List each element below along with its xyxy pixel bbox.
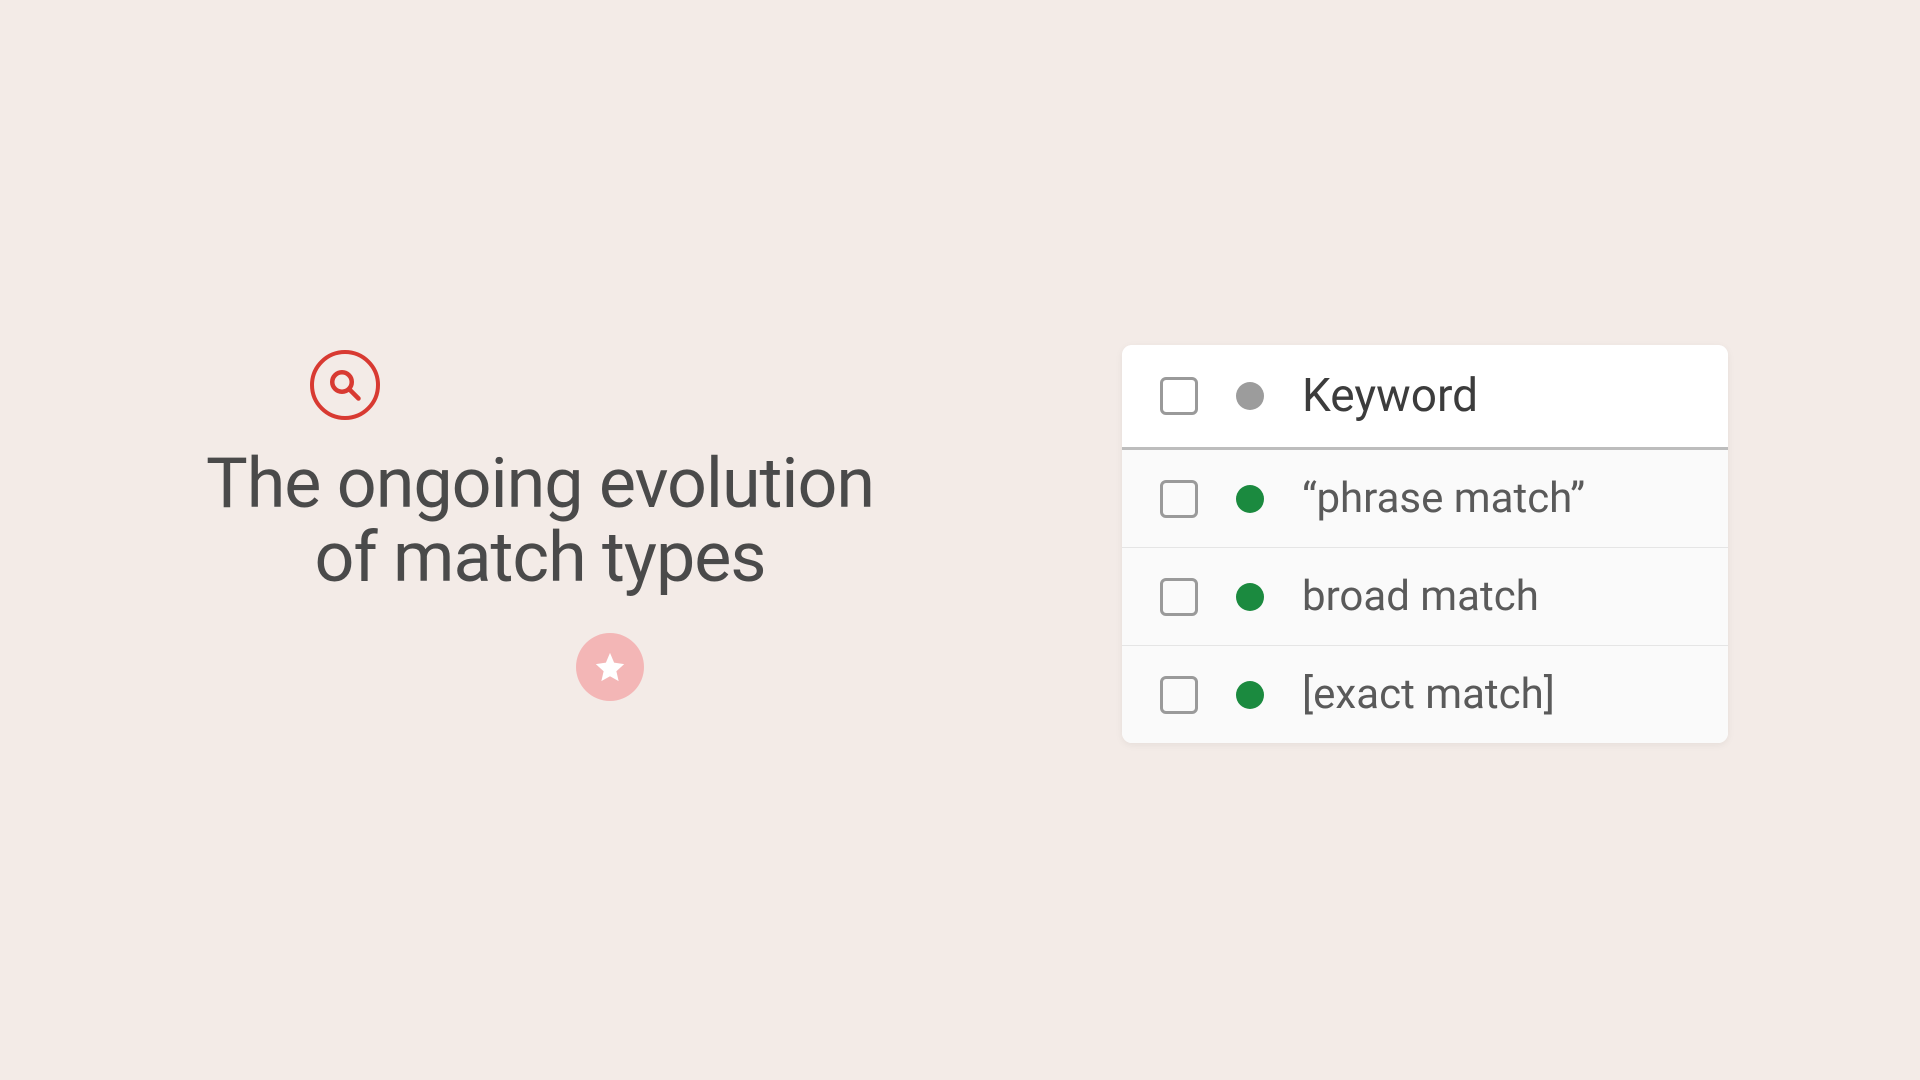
status-dot-icon bbox=[1236, 485, 1264, 513]
row-checkbox[interactable] bbox=[1160, 578, 1198, 616]
status-dot-icon bbox=[1236, 681, 1264, 709]
page-title: The ongoing evolution of match types bbox=[160, 448, 920, 595]
table-row: [exact match] bbox=[1122, 646, 1728, 743]
match-type-label: [exact match] bbox=[1302, 670, 1555, 719]
match-types-card: Keyword “phrase match” broad match [exac… bbox=[1122, 345, 1728, 743]
search-icon bbox=[310, 350, 380, 420]
star-badge-wrap bbox=[160, 633, 920, 701]
table-row: broad match bbox=[1122, 548, 1728, 646]
star-icon bbox=[576, 633, 644, 701]
status-dot-icon bbox=[1236, 583, 1264, 611]
match-type-label: “phrase match” bbox=[1302, 474, 1585, 523]
title-line-1: The ongoing evolution bbox=[206, 443, 874, 525]
status-dot-icon bbox=[1236, 382, 1264, 410]
search-icon-wrap bbox=[310, 350, 920, 420]
table-header-row: Keyword bbox=[1122, 345, 1728, 450]
row-checkbox[interactable] bbox=[1160, 480, 1198, 518]
row-checkbox[interactable] bbox=[1160, 676, 1198, 714]
title-section: The ongoing evolution of match types bbox=[160, 350, 920, 701]
match-type-label: broad match bbox=[1302, 572, 1539, 621]
title-line-2: of match types bbox=[314, 517, 765, 599]
table-row: “phrase match” bbox=[1122, 450, 1728, 548]
header-checkbox[interactable] bbox=[1160, 377, 1198, 415]
column-header: Keyword bbox=[1302, 369, 1478, 423]
